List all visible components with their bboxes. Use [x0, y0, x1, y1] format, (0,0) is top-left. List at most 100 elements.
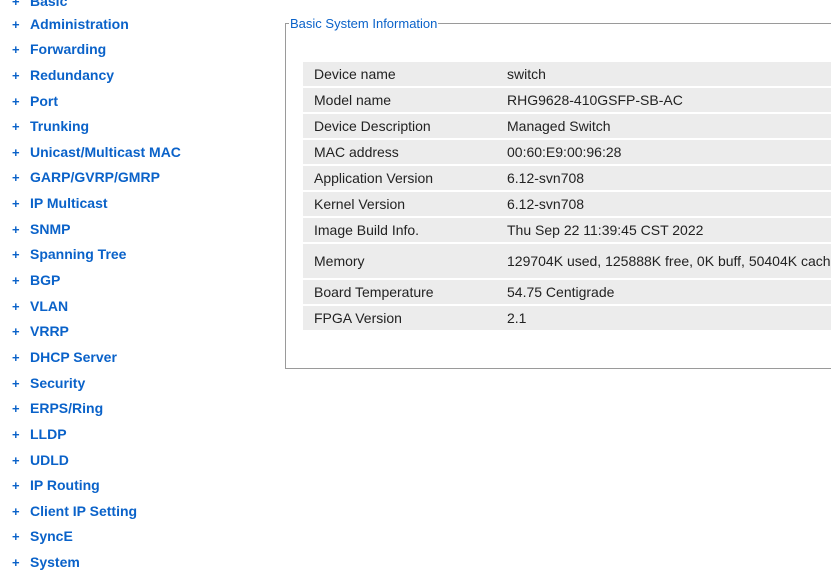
row-label: MAC address	[303, 140, 495, 164]
sidebar-item-erps-ring[interactable]: + ERPS/Ring	[0, 396, 270, 422]
sidebar-item-label[interactable]: Administration	[30, 16, 129, 32]
sidebar-item-ip-multicast[interactable]: + IP Multicast	[0, 191, 270, 217]
expand-plus-icon[interactable]: +	[12, 12, 26, 38]
sidebar-item-label[interactable]: VRRP	[30, 323, 69, 339]
row-label: Board Temperature	[303, 280, 495, 304]
table-row: Model name RHG9628-410GSFP-SB-AC	[303, 88, 831, 112]
expand-plus-icon[interactable]: +	[12, 114, 26, 140]
row-value: RHG9628-410GSFP-SB-AC	[495, 88, 831, 112]
sidebar-item-security[interactable]: + Security	[0, 371, 270, 397]
sidebar-item-label[interactable]: GARP/GVRP/GMRP	[30, 169, 160, 185]
table-row: Device name switch	[303, 62, 831, 86]
panel-legend: Basic System Information	[289, 15, 439, 32]
sidebar-item-vrrp[interactable]: + VRRP	[0, 319, 270, 345]
sidebar-item-label[interactable]: SNMP	[30, 221, 70, 237]
row-label: Model name	[303, 88, 495, 112]
row-label: Image Build Info.	[303, 218, 495, 242]
sidebar-item-snmp[interactable]: + SNMP	[0, 217, 270, 243]
expand-plus-icon[interactable]: +	[12, 89, 26, 115]
table-row: Board Temperature 54.75 Centigrade	[303, 280, 831, 304]
sidebar-item-label[interactable]: VLAN	[30, 298, 68, 314]
sidebar-item-label[interactable]: SyncE	[30, 528, 73, 544]
sidebar-item-bgp[interactable]: + BGP	[0, 268, 270, 294]
sidebar-item-synce[interactable]: + SyncE	[0, 524, 270, 550]
sidebar-item-udld[interactable]: + UDLD	[0, 448, 270, 474]
sidebar-item-label[interactable]: IP Routing	[30, 477, 100, 493]
sidebar-item-lldp[interactable]: + LLDP	[0, 422, 270, 448]
sidebar-item-administration[interactable]: + Administration	[0, 12, 270, 38]
expand-plus-icon[interactable]: +	[12, 396, 26, 422]
expand-plus-icon[interactable]: +	[12, 550, 26, 576]
table-row: Memory 129704K used, 125888K free, 0K buf…	[303, 244, 831, 278]
sidebar-item-vlan[interactable]: + VLAN	[0, 294, 270, 320]
sidebar-item-label[interactable]: Redundancy	[30, 67, 114, 83]
expand-plus-icon[interactable]: +	[12, 422, 26, 448]
sidebar-item-label[interactable]: System	[30, 554, 80, 570]
expand-plus-icon[interactable]: +	[12, 242, 26, 268]
table-row: FPGA Version 2.1	[303, 306, 831, 330]
row-label: Device Description	[303, 114, 495, 138]
expand-plus-icon[interactable]: +	[12, 319, 26, 345]
sidebar-item-label[interactable]: Forwarding	[30, 41, 106, 57]
sidebar-item-label[interactable]: Security	[30, 375, 85, 391]
sidebar-item-label[interactable]: ERPS/Ring	[30, 400, 103, 416]
row-label: Application Version	[303, 166, 495, 190]
row-value: 6.12-svn708	[495, 192, 831, 216]
expand-plus-icon[interactable]: +	[12, 499, 26, 525]
sidebar-item-label[interactable]: Port	[30, 93, 58, 109]
sidebar-item-trunking[interactable]: + Trunking	[0, 114, 270, 140]
expand-plus-icon[interactable]: +	[12, 37, 26, 63]
expand-plus-icon[interactable]: +	[12, 524, 26, 550]
sidebar-item-label[interactable]: BGP	[30, 272, 60, 288]
sidebar-item-client-ip-setting[interactable]: + Client IP Setting	[0, 499, 270, 525]
row-label: FPGA Version	[303, 306, 495, 330]
sidebar-item-unicast-multicast-mac[interactable]: + Unicast/Multicast MAC	[0, 140, 270, 166]
sidebar-item-port[interactable]: + Port	[0, 89, 270, 115]
sidebar-item-label[interactable]: IP Multicast	[30, 195, 108, 211]
table-row: Device Description Managed Switch	[303, 114, 831, 138]
page: + Basic + Administration + Forwarding + Redunda…	[0, 0, 831, 587]
sidebar-item-label[interactable]: UDLD	[30, 452, 69, 468]
sidebar-item-label[interactable]: Basic	[30, 0, 67, 9]
expand-plus-icon[interactable]: +	[12, 217, 26, 243]
sidebar-item-label[interactable]: LLDP	[30, 426, 67, 442]
row-value: Thu Sep 22 11:39:45 CST 2022	[495, 218, 831, 242]
basic-system-information-panel: Basic System Information Device name swit…	[285, 15, 831, 369]
sidebar-item-label[interactable]: Trunking	[30, 118, 89, 134]
system-info-table: Device name switch Model name RHG9628-410GS…	[303, 60, 831, 332]
sidebar-item-label[interactable]: Client IP Setting	[30, 503, 137, 519]
table-row: Kernel Version 6.12-svn708	[303, 192, 831, 216]
expand-plus-icon[interactable]: +	[12, 294, 26, 320]
expand-plus-icon[interactable]: +	[12, 191, 26, 217]
sidebar-item-system[interactable]: + System	[0, 550, 270, 576]
expand-plus-icon[interactable]: +	[12, 140, 26, 166]
sidebar-item-label[interactable]: Unicast/Multicast MAC	[30, 144, 181, 160]
sidebar-menu: + Basic + Administration + Forwarding + Redunda…	[0, 0, 270, 576]
sidebar-item-garp-gvrp-gmrp[interactable]: + GARP/GVRP/GMRP	[0, 165, 270, 191]
row-value: 129704K used, 125888K free, 0K buff, 504…	[495, 244, 831, 278]
sidebar-item-redundancy[interactable]: + Redundancy	[0, 63, 270, 89]
row-value: 54.75 Centigrade	[495, 280, 831, 304]
expand-plus-icon[interactable]: +	[12, 268, 26, 294]
table-row: Image Build Info. Thu Sep 22 11:39:45 CST…	[303, 218, 831, 242]
expand-plus-icon[interactable]: +	[12, 165, 26, 191]
expand-plus-icon[interactable]: +	[12, 63, 26, 89]
row-label: Device name	[303, 62, 495, 86]
sidebar-item-label[interactable]: Spanning Tree	[30, 246, 126, 262]
expand-plus-icon[interactable]: +	[12, 371, 26, 397]
sidebar-item-spanning-tree[interactable]: + Spanning Tree	[0, 242, 270, 268]
row-label: Kernel Version	[303, 192, 495, 216]
row-value: 00:60:E9:00:96:28	[495, 140, 831, 164]
row-value: 6.12-svn708	[495, 166, 831, 190]
sidebar-item-forwarding[interactable]: + Forwarding	[0, 37, 270, 63]
row-value: Managed Switch	[495, 114, 831, 138]
table-row: MAC address 00:60:E9:00:96:28	[303, 140, 831, 164]
sidebar-item-dhcp-server[interactable]: + DHCP Server	[0, 345, 270, 371]
sidebar-item-ip-routing[interactable]: + IP Routing	[0, 473, 270, 499]
row-value: 2.1	[495, 306, 831, 330]
expand-plus-icon[interactable]: +	[12, 345, 26, 371]
expand-plus-icon[interactable]: +	[12, 448, 26, 474]
sidebar-item-label[interactable]: DHCP Server	[30, 349, 117, 365]
expand-plus-icon[interactable]: +	[12, 473, 26, 499]
sidebar-item-basic[interactable]: + Basic	[0, 0, 270, 9]
